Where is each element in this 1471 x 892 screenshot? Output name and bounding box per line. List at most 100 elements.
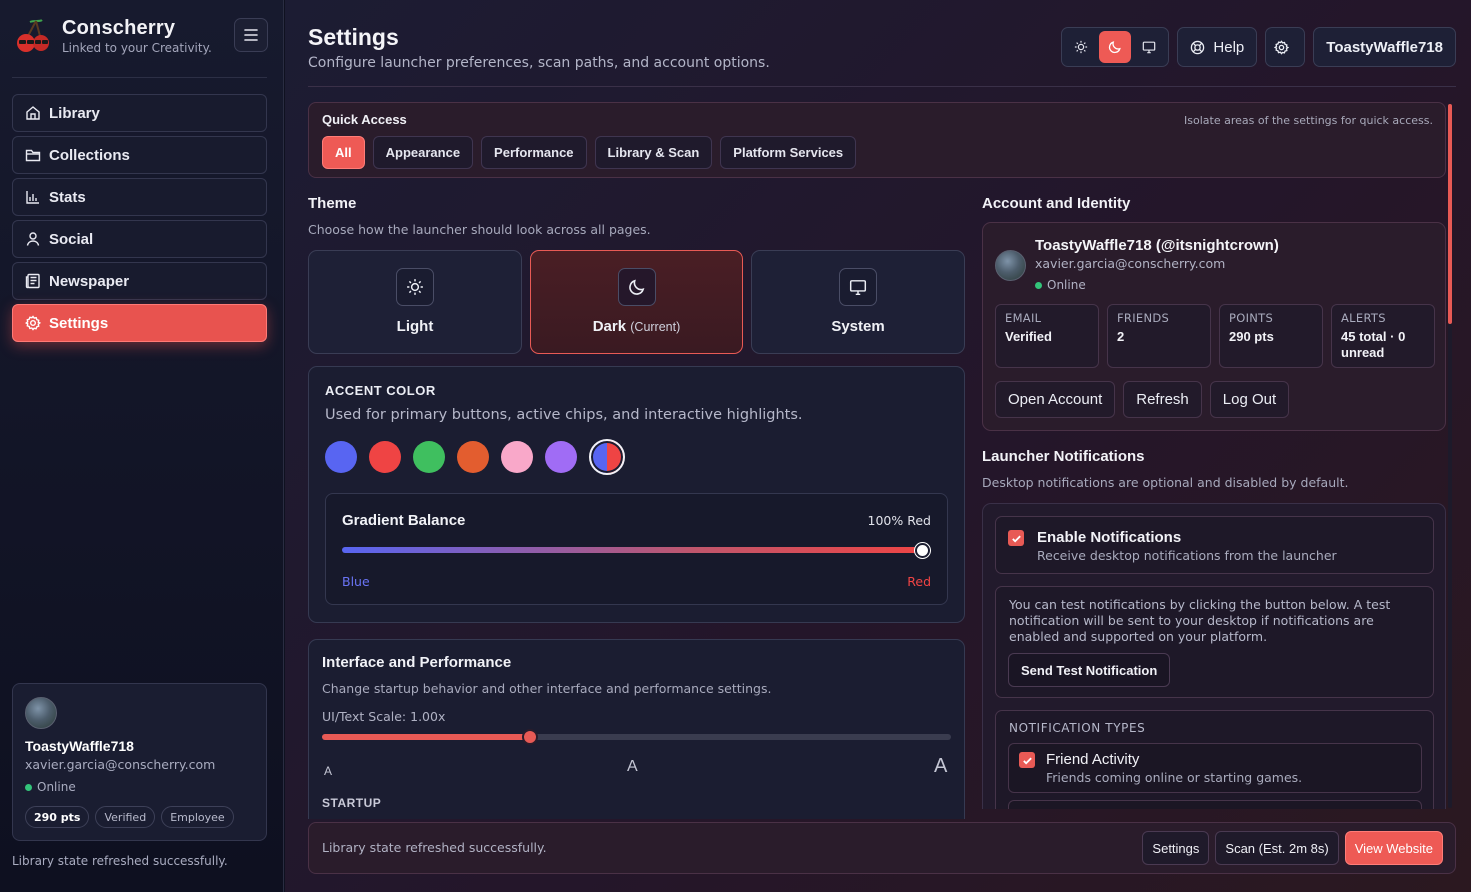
sidebar-item-newspaper[interactable]: Newspaper — [12, 262, 267, 300]
dark-theme-toggle[interactable] — [1099, 31, 1132, 63]
sidebar-item-settings[interactable]: Settings — [12, 304, 267, 342]
chip-performance[interactable]: Performance — [481, 136, 587, 169]
sidebar-item-collections[interactable]: Collections — [12, 136, 267, 174]
footer-status-text: Library state refreshed successfully. — [322, 840, 547, 855]
profile-status: Online — [25, 780, 76, 794]
scale-slider-fill — [322, 734, 530, 740]
verified-badge: Verified — [95, 806, 156, 828]
swatch-gradient[interactable] — [589, 439, 625, 475]
scale-slider-track[interactable] — [322, 729, 951, 745]
account-status: Online — [1035, 278, 1086, 292]
system-theme-toggle[interactable] — [1133, 31, 1165, 63]
sidebar-status-text: Library state refreshed successfully. — [12, 854, 228, 868]
employee-badge: Employee — [161, 806, 234, 828]
theme-option-dark[interactable]: Dark (Current) — [530, 250, 743, 354]
brand-tagline: Linked to your Creativity. — [62, 41, 212, 55]
help-button[interactable]: Help — [1177, 27, 1258, 67]
profile-status-label: Online — [37, 780, 76, 794]
send-test-notification-button[interactable]: Send Test Notification — [1008, 653, 1171, 687]
gradient-slider-track[interactable] — [342, 547, 930, 553]
stat-friends: FRIENDS 2 — [1107, 304, 1211, 368]
sidebar-item-label: Library — [49, 104, 100, 122]
sidebar-profile-card[interactable]: ToastyWaffle718 xavier.garcia@conscherry… — [12, 683, 267, 841]
sun-icon — [407, 279, 423, 295]
swatch-red[interactable] — [369, 441, 401, 473]
refresh-button[interactable]: Refresh — [1123, 381, 1202, 418]
accent-title: ACCENT COLOR — [325, 383, 436, 398]
footer-actions: Settings Scan (Est. 2m 8s) View Website — [1142, 831, 1443, 865]
moon-icon — [628, 279, 644, 295]
log-out-button[interactable]: Log Out — [1209, 381, 1290, 418]
chip-appearance[interactable]: Appearance — [372, 136, 474, 169]
chip-all[interactable]: All — [322, 136, 365, 169]
gradient-slider-knob[interactable] — [915, 543, 930, 558]
gradient-title: Gradient Balance — [342, 512, 466, 529]
profile-email: xavier.garcia@conscherry.com — [25, 757, 216, 772]
friend-activity-row[interactable]: Friend Activity Friends coming online or… — [1008, 743, 1422, 793]
friend-activity-subtitle: Friends coming online or starting games. — [1046, 770, 1303, 785]
stat-value: 45 total · 0 unread — [1341, 329, 1406, 360]
stat-email: EMAIL Verified — [995, 304, 1099, 368]
stat-key: POINTS — [1229, 311, 1274, 325]
interface-subtitle: Change startup behavior and other interf… — [322, 681, 772, 696]
enable-notifications-row[interactable]: Enable Notifications Receive desktop not… — [995, 516, 1434, 574]
account-status-label: Online — [1047, 278, 1086, 292]
scale-large-glyph: A — [934, 755, 948, 777]
online-dot-icon — [25, 783, 32, 791]
chip-library-scan[interactable]: Library & Scan — [594, 136, 713, 169]
account-actions: Open Account Refresh Log Out — [995, 381, 1290, 418]
account-name: ToastyWaffle718 (@itsnightcrown) — [1035, 237, 1279, 254]
monitor-icon — [1143, 41, 1156, 54]
friend-activity-checkbox[interactable] — [1019, 752, 1035, 768]
open-account-button[interactable]: Open Account — [995, 381, 1116, 418]
user-menu-button[interactable]: ToastyWaffle718 — [1313, 27, 1456, 67]
settings-gear-button[interactable] — [1265, 27, 1306, 67]
page-subtitle: Configure launcher preferences, scan pat… — [308, 55, 770, 71]
swatch-blue[interactable] — [325, 441, 357, 473]
folder-icon — [25, 149, 41, 162]
swatch-green[interactable] — [413, 441, 445, 473]
swatch-orange[interactable] — [457, 441, 489, 473]
sidebar-item-social[interactable]: Social — [12, 220, 267, 258]
chip-platform-services[interactable]: Platform Services — [720, 136, 857, 169]
notifications-section-title: Launcher Notifications — [982, 448, 1145, 465]
notification-types-title: NOTIFICATION TYPES — [1009, 721, 1146, 735]
next-notification-type-row[interactable] — [1008, 800, 1422, 809]
sidebar-item-label: Newspaper — [49, 272, 130, 290]
avatar — [995, 250, 1026, 281]
sidebar-item-library[interactable]: Library — [12, 94, 267, 132]
scrollbar-thumb[interactable] — [1448, 104, 1452, 324]
theme-option-light[interactable]: Light — [308, 250, 522, 354]
scale-small-glyph: A — [324, 764, 333, 778]
sidebar: Conscherry Linked to your Creativity. Li… — [0, 0, 284, 892]
gradient-balance-box: Gradient Balance 100% Red Blue Red — [325, 493, 948, 605]
footer-settings-button[interactable]: Settings — [1142, 831, 1210, 865]
test-notification-text: You can test notifications by clicking t… — [1009, 597, 1391, 644]
header-divider — [308, 86, 1456, 87]
light-theme-toggle[interactable] — [1065, 31, 1097, 63]
stat-key: ALERTS — [1341, 311, 1386, 325]
swatch-purple[interactable] — [545, 441, 577, 473]
theme-dark-label: Dark — [592, 318, 627, 335]
theme-option-system[interactable]: System — [751, 250, 965, 354]
friend-activity-title: Friend Activity — [1046, 751, 1140, 768]
quick-access-chips: All Appearance Performance Library & Sca… — [322, 136, 857, 169]
cherry-logo-icon — [17, 19, 49, 52]
quick-access-panel: Quick Access Isolate areas of the settin… — [308, 102, 1446, 178]
theme-option-label: Dark (Current) — [531, 318, 742, 335]
stat-key: EMAIL — [1005, 311, 1042, 325]
sidebar-item-label: Collections — [49, 146, 130, 164]
menu-toggle-button[interactable] — [234, 18, 268, 52]
settings-scrollbar[interactable] — [1448, 104, 1452, 808]
stat-alerts: ALERTS 45 total · 0 unread — [1331, 304, 1435, 368]
swatch-pink[interactable] — [501, 441, 533, 473]
enable-notifications-checkbox[interactable] — [1008, 530, 1024, 546]
scan-button[interactable]: Scan (Est. 2m 8s) — [1215, 831, 1339, 865]
interface-title: Interface and Performance — [322, 654, 512, 671]
sidebar-item-stats[interactable]: Stats — [12, 178, 267, 216]
scale-slider-knob[interactable] — [521, 729, 538, 745]
view-website-button[interactable]: View Website — [1344, 831, 1443, 865]
moon-icon — [1109, 41, 1122, 54]
stat-points: POINTS 290 pts — [1219, 304, 1323, 368]
online-dot-icon — [1035, 281, 1042, 289]
